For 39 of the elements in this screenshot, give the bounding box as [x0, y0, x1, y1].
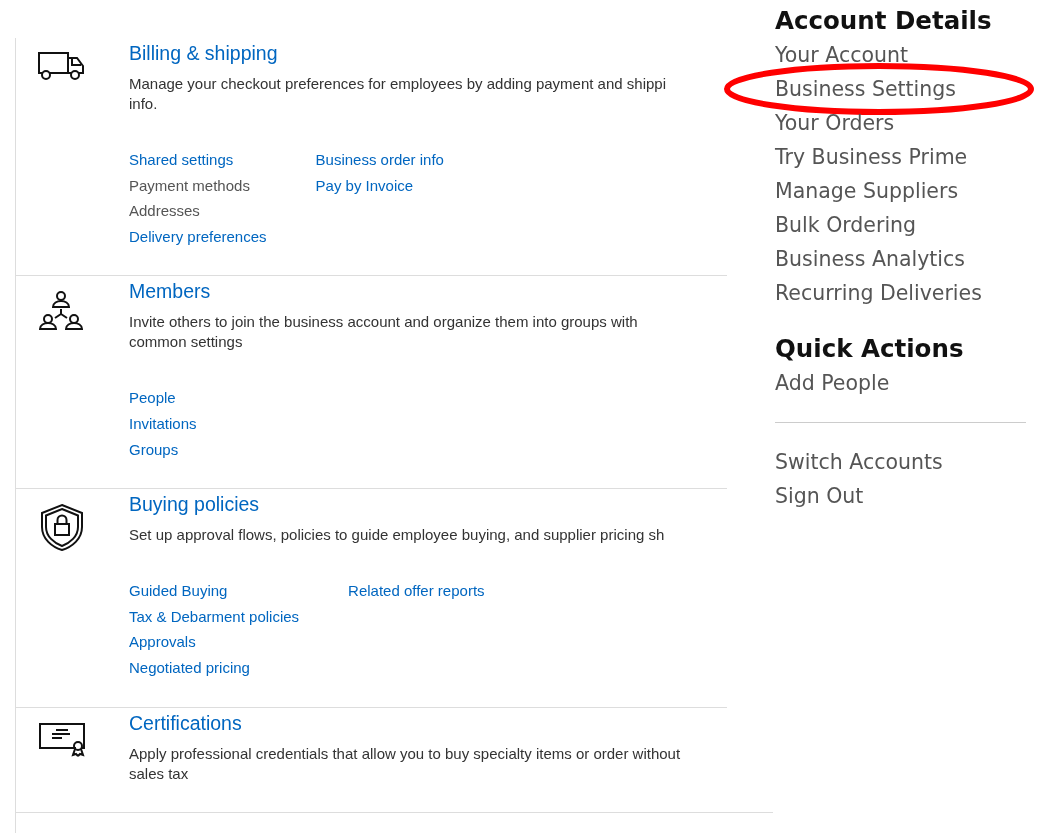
settings-link[interactable]: People — [129, 385, 176, 411]
menu-link[interactable]: Add People — [775, 366, 890, 400]
settings-link[interactable]: Invitations — [129, 410, 197, 437]
settings-link[interactable]: Related offer reports — [348, 578, 485, 604]
section-title-link[interactable]: Members — [129, 278, 211, 305]
menu-link[interactable]: Recurring Deliveries — [775, 276, 982, 310]
menu-link[interactable]: Business Analytics — [775, 242, 965, 276]
menu-link[interactable]: Bulk Ordering — [775, 208, 917, 242]
menu-heading: Quick Actions — [775, 334, 964, 363]
settings-link[interactable]: Business order info — [315, 147, 444, 173]
menu-link[interactable]: Sign Out — [775, 479, 864, 513]
menu-link[interactable]: Try Business Prime — [775, 140, 968, 174]
menu-link[interactable]: Manage Suppliers — [775, 174, 959, 208]
people-network-icon — [38, 290, 84, 331]
disabled-link: Addresses — [129, 201, 200, 222]
settings-link[interactable]: Delivery preferences — [129, 223, 267, 250]
section-description: Invite others to join the business account and organize them into groups with common settings — [129, 312, 638, 353]
menu-link[interactable]: Switch Accounts — [775, 445, 943, 479]
section-title-link[interactable]: Billing & shipping — [129, 40, 278, 66]
certificate-icon — [38, 721, 86, 758]
settings-link[interactable]: Tax & Debarment policies — [129, 603, 300, 630]
menu-link[interactable]: Business Settings — [775, 72, 956, 106]
section-title-link[interactable]: Buying policies — [129, 491, 260, 518]
truck-icon — [38, 52, 86, 80]
section-description: Apply professional credentials that allow you to buy specialty items or order without sales tax — [129, 743, 681, 784]
settings-link[interactable]: Pay by Invoice — [315, 172, 414, 199]
section-title-link[interactable]: Certifications — [129, 709, 242, 736]
shield-lock-icon — [38, 503, 86, 552]
settings-link[interactable]: Groups — [129, 436, 179, 463]
menu-link[interactable]: Your Orders — [775, 106, 895, 140]
section-description: Set up approval flows, policies to guide employee buying, and supplier pricing sh — [129, 525, 665, 546]
settings-link[interactable]: Negotiated pricing — [129, 654, 250, 681]
settings-link[interactable]: Guided Buying — [129, 578, 228, 604]
section-description: Manage your checkout preferences for employees by adding payment and shippi info. — [129, 74, 666, 114]
settings-link[interactable]: Shared settings — [129, 147, 234, 173]
disabled-link: Payment methods — [129, 175, 250, 196]
menu-heading: Account Details — [775, 6, 992, 35]
menu-link[interactable]: Your Account — [775, 38, 909, 72]
settings-link[interactable]: Approvals — [129, 629, 196, 655]
